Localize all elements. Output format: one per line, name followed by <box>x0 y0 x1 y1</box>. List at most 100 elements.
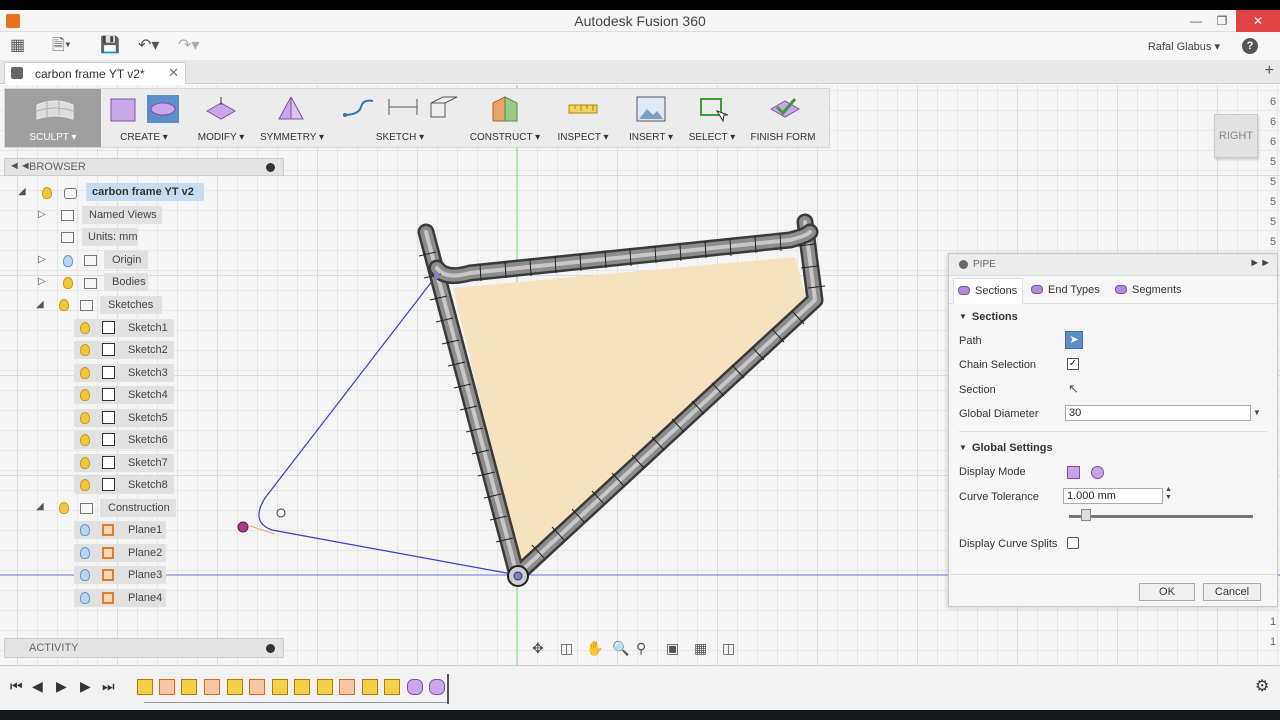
sketch-visibility-bulb-icon[interactable] <box>80 434 90 446</box>
origin-visibility-bulb-icon[interactable] <box>63 255 73 267</box>
tree-item-sketch[interactable]: Sketch2 <box>74 341 174 359</box>
tree-item-plane[interactable]: Plane3 <box>74 566 166 584</box>
timeline-sketch-icon[interactable] <box>294 679 310 695</box>
tab-sections[interactable]: Sections <box>953 278 1023 304</box>
timeline-sketch-icon[interactable] <box>362 679 378 695</box>
symmetry-menu[interactable]: SYMMETRY ▾ <box>257 89 327 147</box>
file-menu-icon[interactable]: 🗎▾ <box>52 36 71 56</box>
tab-segments[interactable]: Segments <box>1115 278 1195 304</box>
data-panel-grid-icon[interactable]: ▦ <box>10 36 25 56</box>
tab-end-types[interactable]: End Types <box>1031 278 1111 304</box>
tree-item-sketch[interactable]: Sketch8 <box>74 476 174 494</box>
sketch-visibility-bulb-icon[interactable] <box>80 479 90 491</box>
timeline-play-prev-icon[interactable]: ▶ <box>56 678 67 695</box>
view-cube[interactable]: RIGHT <box>1214 114 1258 158</box>
workspace-sculpt-button[interactable]: SCULPT ▾ <box>5 89 101 147</box>
tree-item-plane[interactable]: Plane4 <box>74 589 166 607</box>
global-diameter-input[interactable]: 30 <box>1065 405 1251 421</box>
tree-item-units[interactable]: Units: mm <box>82 228 138 246</box>
display-curve-splits-checkbox[interactable] <box>1067 537 1079 549</box>
select-menu[interactable]: SELECT ▾ <box>685 89 739 147</box>
orbit-icon[interactable]: ✥ <box>532 640 544 657</box>
timeline-plane-icon[interactable] <box>159 679 175 695</box>
chain-selection-checkbox[interactable]: ✓ <box>1067 358 1079 370</box>
curve-tolerance-input[interactable]: 1.000 mm <box>1063 488 1163 504</box>
tree-item-sketch[interactable]: Sketch5 <box>74 409 174 427</box>
ok-button[interactable]: OK <box>1139 583 1195 601</box>
plane-visibility-bulb-icon[interactable] <box>80 524 90 536</box>
cancel-button[interactable]: Cancel <box>1203 583 1261 601</box>
zoom-icon[interactable]: 🔍 <box>612 640 629 657</box>
sketch-menu[interactable]: SKETCH ▾ <box>335 89 465 147</box>
sketch-visibility-bulb-icon[interactable] <box>80 457 90 469</box>
construction-visibility-bulb-icon[interactable] <box>59 502 69 514</box>
timeline-sketch-icon[interactable] <box>227 679 243 695</box>
timeline-sketch-icon[interactable] <box>384 679 400 695</box>
timeline-prev-icon[interactable]: ◀ <box>32 678 43 695</box>
look-at-icon[interactable]: ◫ <box>560 640 573 657</box>
timeline-marker[interactable] <box>447 674 449 704</box>
document-tab[interactable]: carbon frame YT v2* ✕ <box>4 62 186 84</box>
sketch-visibility-bulb-icon[interactable] <box>80 322 90 334</box>
sketches-visibility-bulb-icon[interactable] <box>59 299 69 311</box>
plane-visibility-bulb-icon[interactable] <box>80 547 90 559</box>
curve-tolerance-slider-track[interactable] <box>1069 515 1253 518</box>
user-menu[interactable]: Rafal Glabus ▾ <box>1148 40 1220 53</box>
timeline-end-icon[interactable]: ⏭ <box>102 678 115 695</box>
timeline-sketch-icon[interactable] <box>272 679 288 695</box>
sketch-visibility-bulb-icon[interactable] <box>80 344 90 356</box>
new-tab-icon[interactable]: + <box>1265 62 1274 80</box>
timeline-plane-icon[interactable] <box>249 679 265 695</box>
sketch-visibility-bulb-icon[interactable] <box>80 367 90 379</box>
help-icon[interactable]: ? <box>1242 38 1258 54</box>
visibility-bulb-icon[interactable] <box>42 187 52 199</box>
tolerance-spinner-icon[interactable]: ▲ ▼ <box>1165 486 1172 502</box>
expand-sketches-icon[interactable]: ◢ <box>36 299 44 310</box>
timeline-start-icon[interactable]: ⏮ <box>10 678 23 695</box>
finish-form-button[interactable]: FINISH FORM <box>747 89 819 147</box>
tree-item-root[interactable]: carbon frame YT v2 <box>86 183 204 201</box>
tree-item-sketches[interactable]: Sketches <box>100 296 162 314</box>
activity-pin-icon[interactable] <box>266 644 275 653</box>
plane-visibility-bulb-icon[interactable] <box>80 592 90 604</box>
tree-item-sketch[interactable]: Sketch6 <box>74 431 174 449</box>
timeline-sketch-icon[interactable] <box>137 679 153 695</box>
browser-panel-header[interactable]: ◄◄ BROWSER <box>4 158 284 176</box>
close-tab-icon[interactable]: ✕ <box>168 65 179 81</box>
expand-construction-icon[interactable]: ◢ <box>36 501 44 512</box>
fit-icon[interactable]: ⚲ <box>636 640 646 657</box>
tree-item-sketch[interactable]: Sketch4 <box>74 386 174 404</box>
tree-item-sketch[interactable]: Sketch7 <box>74 454 174 472</box>
timeline-form-icon[interactable] <box>429 679 445 695</box>
tree-item-construction[interactable]: Construction <box>100 499 176 517</box>
curve-tolerance-slider-knob[interactable] <box>1081 509 1091 521</box>
bodies-visibility-bulb-icon[interactable] <box>63 277 73 289</box>
timeline-plane-icon[interactable] <box>339 679 355 695</box>
inspect-menu[interactable]: INSPECT ▾ <box>553 89 613 147</box>
timeline-form-icon[interactable] <box>407 679 423 695</box>
close-window-button[interactable]: ✕ <box>1236 10 1280 32</box>
minimize-button[interactable]: — <box>1182 10 1210 32</box>
save-icon[interactable]: 💾 <box>100 36 120 56</box>
collapse-browser-icon[interactable]: ◄◄ <box>9 160 31 172</box>
modify-menu[interactable]: MODIFY ▾ <box>189 89 253 147</box>
expand-named-views-icon[interactable]: ▷ <box>38 209 46 220</box>
expand-origin-icon[interactable]: ▷ <box>38 254 46 265</box>
display-mode-smooth-icon[interactable] <box>1091 466 1104 479</box>
tree-item-sketch[interactable]: Sketch3 <box>74 364 174 382</box>
redo-icon[interactable]: ↷▾ <box>178 36 199 56</box>
display-mode-box-icon[interactable] <box>1067 466 1080 479</box>
timeline-plane-icon[interactable] <box>204 679 220 695</box>
undo-icon[interactable]: ↶▾ <box>138 36 159 56</box>
path-select-button[interactable]: ➤ <box>1065 331 1083 349</box>
timeline-next-icon[interactable]: ▶ <box>80 678 91 695</box>
global-settings-group-header[interactable]: Global Settings <box>959 442 1053 454</box>
timeline-sketch-icon[interactable] <box>181 679 197 695</box>
tree-item-plane[interactable]: Plane2 <box>74 544 166 562</box>
expand-root-icon[interactable]: ◢ <box>18 186 26 197</box>
sections-group-header[interactable]: Sections <box>959 311 1018 323</box>
pipe-dialog-header[interactable]: PIPE ►► <box>949 254 1277 276</box>
expand-dialog-icon[interactable]: ►► <box>1249 257 1271 269</box>
tree-item-sketch[interactable]: Sketch1 <box>74 319 174 337</box>
tree-item-named-views[interactable]: Named Views <box>82 206 162 224</box>
